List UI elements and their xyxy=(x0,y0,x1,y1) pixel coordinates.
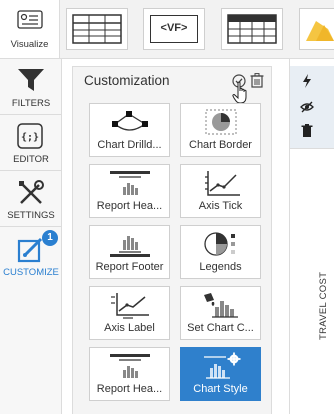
svg-text:{;}: {;} xyxy=(21,132,39,143)
chart-style-card[interactable]: Chart Style xyxy=(180,347,261,401)
legends-icon xyxy=(203,232,235,256)
axis-tick-card[interactable]: Axis Tick xyxy=(180,164,261,218)
trash-icon[interactable] xyxy=(300,124,314,138)
vf-icon: <VF> xyxy=(150,15,198,43)
chart-style-icon xyxy=(203,352,240,379)
nav-item-filters[interactable]: FILTERS xyxy=(0,59,62,115)
table-view-button[interactable] xyxy=(66,8,128,50)
card-label: Legends xyxy=(199,261,242,273)
set-chart-color-card[interactable]: Set Chart C... xyxy=(180,286,261,340)
card-label: Chart Drilld... xyxy=(97,139,162,151)
nav-item-editor[interactable]: {;} EDITOR xyxy=(0,115,62,171)
card-label: Chart Border xyxy=(189,139,252,151)
chart-drilldown-card[interactable]: Chart Drilld... xyxy=(89,103,170,157)
axis-label-icon xyxy=(110,293,149,319)
treemap-button[interactable] xyxy=(299,8,334,50)
vf-button[interactable]: <VF> xyxy=(143,8,205,50)
card-label: Axis Label xyxy=(104,322,155,334)
pivot-table-icon xyxy=(227,14,277,44)
customize-icon xyxy=(17,237,43,263)
trash-icon[interactable] xyxy=(250,73,264,88)
code-editor-icon: {;} xyxy=(17,123,43,149)
vf-label: <VF> xyxy=(160,22,188,34)
tools-icon xyxy=(19,180,44,204)
report-footer-card[interactable]: Report Footer xyxy=(89,225,170,279)
report-header-icon xyxy=(109,171,150,195)
axis-tick-icon xyxy=(204,171,240,196)
right-toolstrip xyxy=(290,66,334,148)
treemap-icon xyxy=(306,21,334,41)
card-label: Set Chart C... xyxy=(187,322,254,334)
report-header-card-2[interactable]: Report Hea... xyxy=(89,347,170,401)
eye-hidden-icon[interactable] xyxy=(300,100,314,114)
visualization-toolbar: Visualize <VF> xyxy=(0,0,334,59)
chart-border-card[interactable]: Chart Border xyxy=(180,103,261,157)
card-label: Report Hea... xyxy=(96,200,163,212)
card-label: Chart Style xyxy=(193,383,248,395)
vertical-axis-label: TRAVEL COST xyxy=(318,271,329,340)
visualize-icon xyxy=(17,10,43,29)
card-label: Axis Tick xyxy=(198,200,243,212)
nav-label: EDITOR xyxy=(13,154,49,165)
report-footer-icon xyxy=(109,236,150,257)
nav-item-customize[interactable]: 1 CUSTOMIZE xyxy=(0,227,62,283)
customize-count-badge: 1 xyxy=(42,230,58,246)
table-icon xyxy=(72,14,122,44)
card-label: Report Footer xyxy=(95,261,164,273)
panel-title: Customization xyxy=(84,73,170,88)
visualize-label: Visualize xyxy=(10,39,49,50)
nav-item-settings[interactable]: SETTINGS xyxy=(0,171,62,227)
hand-cursor-icon xyxy=(232,81,247,104)
axis-label-card[interactable]: Axis Label xyxy=(89,286,170,340)
report-header-icon xyxy=(109,354,150,378)
card-label: Report Hea... xyxy=(96,383,163,395)
lightning-icon[interactable] xyxy=(300,74,314,88)
set-chart-color-icon xyxy=(203,293,238,318)
filter-funnel-icon xyxy=(18,69,44,91)
visualize-button[interactable]: Visualize xyxy=(0,0,60,58)
customization-panel: Customization Chart Drilld... Chart Bord… xyxy=(72,66,272,414)
nav-label: FILTERS xyxy=(11,98,51,109)
right-strip-divider xyxy=(290,148,334,149)
legends-card[interactable]: Legends xyxy=(180,225,261,279)
chart-border-icon xyxy=(204,109,237,135)
nav-label: CUSTOMIZE xyxy=(3,267,59,278)
chart-drilldown-icon xyxy=(111,111,148,131)
report-header-card[interactable]: Report Hea... xyxy=(89,164,170,218)
pivot-table-button[interactable] xyxy=(221,8,283,50)
left-navigation: FILTERS {;} EDITOR SETTINGS 1 CUSTOMIZE xyxy=(0,59,62,414)
nav-label: SETTINGS xyxy=(7,210,55,221)
